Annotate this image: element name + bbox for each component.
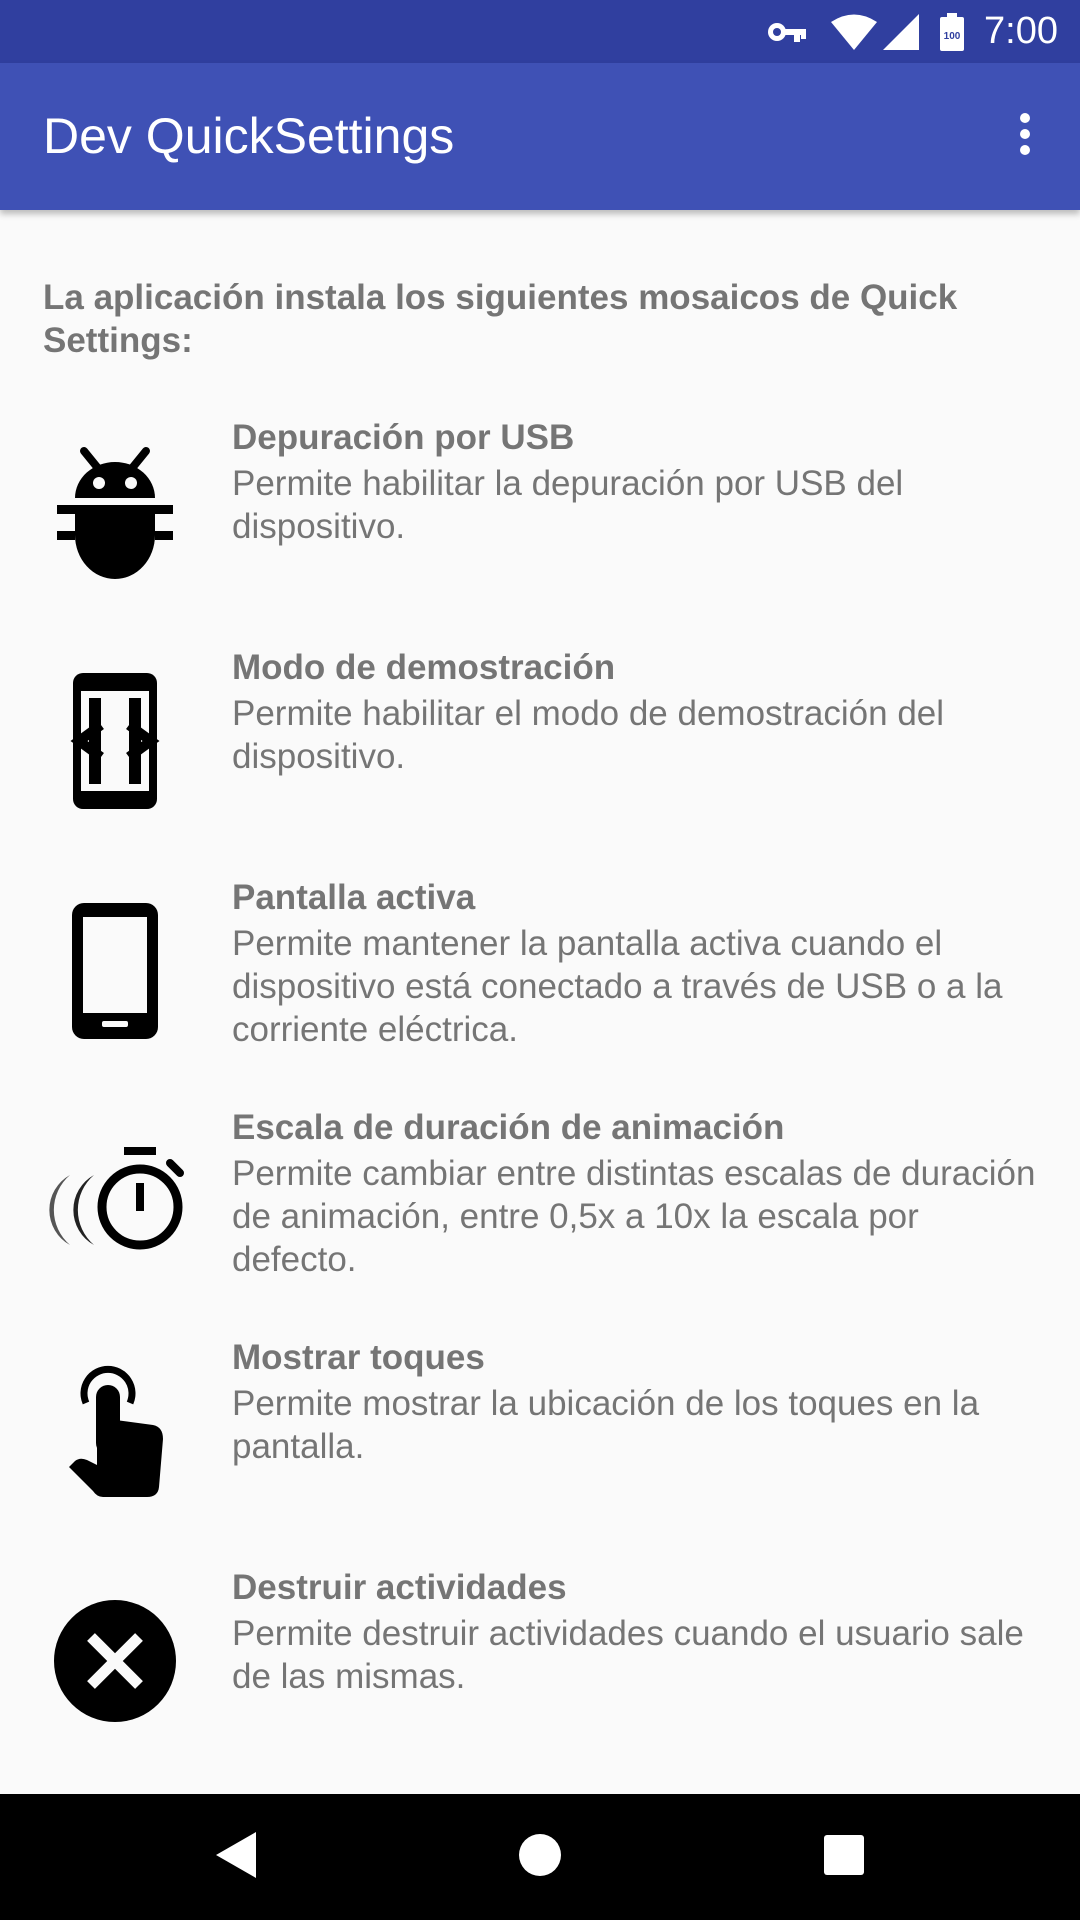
touch-icon xyxy=(40,1356,190,1506)
bug-icon xyxy=(40,436,190,586)
status-bar: 100 7:00 xyxy=(0,0,1080,63)
battery-level: 100 xyxy=(944,31,961,42)
cellular-signal-icon xyxy=(882,13,920,51)
status-icons: 100 7:00 xyxy=(766,0,1080,63)
tile-description: Permite mostrar la ubicación de los toqu… xyxy=(232,1384,980,1466)
intro-text: La aplicación instala los siguientes mos… xyxy=(43,278,958,360)
status-time: 7:00 xyxy=(984,10,1058,52)
more-vert-icon xyxy=(1018,112,1032,161)
tile-description: Permite mantener la pantalla activa cuan… xyxy=(232,924,1003,1049)
tile-title: Mostrar toques xyxy=(232,1338,485,1377)
tile-title: Pantalla activa xyxy=(232,878,476,917)
app-bar: Dev QuickSettings xyxy=(0,63,1080,210)
tile-description: Permite habilitar la depuración por USB … xyxy=(232,464,904,546)
tile-title: Modo de demostración xyxy=(232,648,616,687)
demo-mode-icon xyxy=(40,666,190,816)
wifi-icon xyxy=(830,13,878,51)
vpn-key-icon xyxy=(766,20,808,44)
tile-description: Permite destruir actividades cuando el u… xyxy=(232,1614,1024,1696)
back-button[interactable] xyxy=(196,1817,276,1897)
back-icon xyxy=(216,1831,256,1883)
app-title: Dev QuickSettings xyxy=(43,108,455,164)
tile-title: Destruir actividades xyxy=(232,1568,567,1607)
home-button[interactable] xyxy=(500,1817,580,1897)
tile-description: Permite habilitar el modo de demostració… xyxy=(232,694,945,776)
animation-timer-icon xyxy=(40,1126,190,1276)
recents-button[interactable] xyxy=(804,1817,884,1897)
home-icon xyxy=(518,1833,562,1882)
phone-screen-icon xyxy=(40,896,190,1046)
tile-title: Depuración por USB xyxy=(232,418,575,457)
tile-description: Permite cambiar entre distintas escalas … xyxy=(232,1154,1036,1279)
overflow-menu-button[interactable] xyxy=(992,103,1058,169)
battery-icon: 100 xyxy=(940,12,965,51)
navigation-bar xyxy=(0,1794,1080,1920)
close-circle-icon xyxy=(40,1586,190,1736)
recents-icon xyxy=(824,1834,864,1880)
tile-title: Escala de duración de animación xyxy=(232,1108,785,1147)
